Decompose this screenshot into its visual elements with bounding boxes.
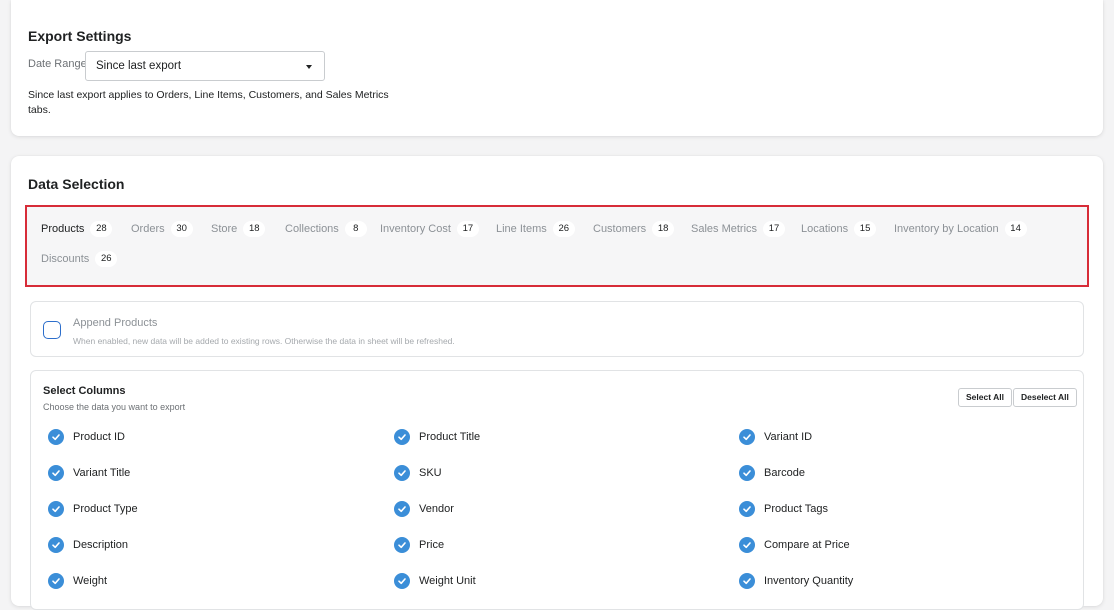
tab-count-badge: 8 xyxy=(344,221,367,237)
checkmark-icon xyxy=(739,537,755,553)
column-checkbox-label: Weight Unit xyxy=(419,575,476,587)
tab-label: Products xyxy=(41,223,85,235)
tab-count-badge: 26 xyxy=(95,251,118,267)
column-checkbox-label: Variant ID xyxy=(764,431,813,443)
checkmark-icon xyxy=(394,501,410,517)
append-products-panel: Append Products When enabled, new data w… xyxy=(30,301,1084,357)
column-checkbox-item[interactable]: Product Type xyxy=(48,501,138,517)
column-checkbox-item[interactable]: Compare at Price xyxy=(739,537,850,553)
tab-inventory-cost[interactable]: Inventory Cost 17 xyxy=(380,221,479,237)
column-checkbox-item[interactable]: SKU xyxy=(394,465,442,481)
checkmark-icon xyxy=(394,429,410,445)
tab-sales-metrics[interactable]: Sales Metrics 17 xyxy=(691,221,786,237)
tab-customers[interactable]: Customers 18 xyxy=(593,221,675,237)
tab-discounts[interactable]: Discounts 26 xyxy=(41,251,118,267)
column-checkbox-label: Product ID xyxy=(73,431,125,443)
checkmark-icon xyxy=(48,429,64,445)
select-columns-title: Select Columns xyxy=(43,385,126,397)
date-range-label: Date Range xyxy=(28,58,87,70)
column-checkbox-label: Inventory Quantity xyxy=(764,575,854,587)
tab-count-badge: 28 xyxy=(90,221,113,237)
column-checkbox-item[interactable]: Barcode xyxy=(739,465,805,481)
tab-count-badge: 18 xyxy=(652,221,675,237)
select-columns-panel: Select Columns Choose the data you want … xyxy=(30,370,1084,610)
column-checkbox-label: Price xyxy=(419,539,445,551)
column-checkbox-label: Barcode xyxy=(764,467,805,479)
append-products-checkbox[interactable] xyxy=(43,321,61,339)
tab-count-badge: 15 xyxy=(854,221,877,237)
checkmark-icon xyxy=(48,501,64,517)
column-checkbox-item[interactable]: Product ID xyxy=(48,429,125,445)
tab-count-badge: 30 xyxy=(170,221,193,237)
data-type-tabs: Products 28 Orders 30 Store 18 Collectio… xyxy=(25,205,1089,287)
column-checkbox-label: Variant Title xyxy=(73,467,131,479)
tab-count-badge: 17 xyxy=(456,221,479,237)
column-checkbox-label: Product Title xyxy=(419,431,481,443)
column-checkbox-label: Vendor xyxy=(419,503,454,515)
tab-label: Store xyxy=(211,223,238,235)
checkmark-icon xyxy=(394,465,410,481)
checkmark-icon xyxy=(739,573,755,589)
tab-label: Discounts xyxy=(41,253,90,265)
append-products-description: When enabled, new data will be added to … xyxy=(73,336,455,346)
data-selection-title: Data Selection xyxy=(28,176,125,192)
tab-count-badge: 18 xyxy=(243,221,266,237)
tab-label: Locations xyxy=(801,223,849,235)
column-checkbox-item[interactable]: Variant Title xyxy=(48,465,130,481)
tab-label: Inventory Cost xyxy=(380,223,451,235)
select-columns-subtitle: Choose the data you want to export xyxy=(43,402,186,412)
checkmark-icon xyxy=(48,573,64,589)
column-checkbox-label: Weight xyxy=(73,575,108,587)
tab-count-badge: 17 xyxy=(763,221,786,237)
column-checkbox-label: SKU xyxy=(419,467,442,479)
column-checkbox-item[interactable]: Variant ID xyxy=(739,429,812,445)
append-products-title: Append Products xyxy=(73,317,158,329)
tab-label: Customers xyxy=(593,223,647,235)
select-all-button[interactable]: Select All xyxy=(958,388,1012,407)
tab-label: Orders xyxy=(131,223,165,235)
column-checkbox-item[interactable]: Weight xyxy=(48,573,107,589)
tab-label: Line Items xyxy=(496,223,547,235)
column-checkbox-label: Compare at Price xyxy=(764,539,850,551)
tab-label: Sales Metrics xyxy=(691,223,758,235)
date-range-select[interactable]: Since last export xyxy=(85,51,325,81)
checkmark-icon xyxy=(739,429,755,445)
tab-products[interactable]: Products 28 xyxy=(41,221,113,237)
column-checkbox-item[interactable]: Product Tags xyxy=(739,501,828,517)
date-range-help-text: Since last export applies to Orders, Lin… xyxy=(28,89,389,116)
column-checkbox-item[interactable]: Weight Unit xyxy=(394,573,476,589)
tab-count-badge: 26 xyxy=(552,221,575,237)
column-checkbox-item[interactable]: Inventory Quantity xyxy=(739,573,853,589)
caret-down-icon xyxy=(306,65,312,69)
column-checkbox-label: Product Tags xyxy=(764,503,829,515)
tab-store[interactable]: Store 18 xyxy=(211,221,266,237)
tab-count-badge: 14 xyxy=(1004,221,1027,237)
checkmark-icon xyxy=(394,537,410,553)
date-range-value: Since last export xyxy=(96,60,182,72)
data-selection-card: Data Selection Products 28 Orders 30 Sto… xyxy=(11,156,1103,610)
checkmark-icon xyxy=(739,465,755,481)
column-checkbox-item[interactable]: Vendor xyxy=(394,501,454,517)
deselect-all-button[interactable]: Deselect All xyxy=(1013,388,1077,407)
column-checkbox-item[interactable]: Description xyxy=(48,537,128,553)
export-settings-title: Export Settings xyxy=(28,28,132,44)
tab-line-items[interactable]: Line Items 26 xyxy=(496,221,575,237)
column-checkbox-item[interactable]: Product Title xyxy=(394,429,480,445)
column-checkbox-item[interactable]: Price xyxy=(394,537,444,553)
tab-label: Collections xyxy=(285,223,339,235)
checkmark-icon xyxy=(48,465,64,481)
column-checkbox-label: Description xyxy=(73,539,129,551)
column-checkbox-label: Product Type xyxy=(73,503,138,515)
checkmark-icon xyxy=(394,573,410,589)
checkmark-icon xyxy=(739,501,755,517)
export-settings-card: Export Settings Date Range Since last ex… xyxy=(11,0,1103,136)
tab-locations[interactable]: Locations 15 xyxy=(801,221,877,237)
tab-label: Inventory by Location xyxy=(894,223,999,235)
tab-orders[interactable]: Orders 30 xyxy=(131,221,193,237)
tab-inventory-by-location[interactable]: Inventory by Location 14 xyxy=(894,221,1027,237)
tab-collections[interactable]: Collections 8 xyxy=(285,221,367,237)
checkmark-icon xyxy=(48,537,64,553)
